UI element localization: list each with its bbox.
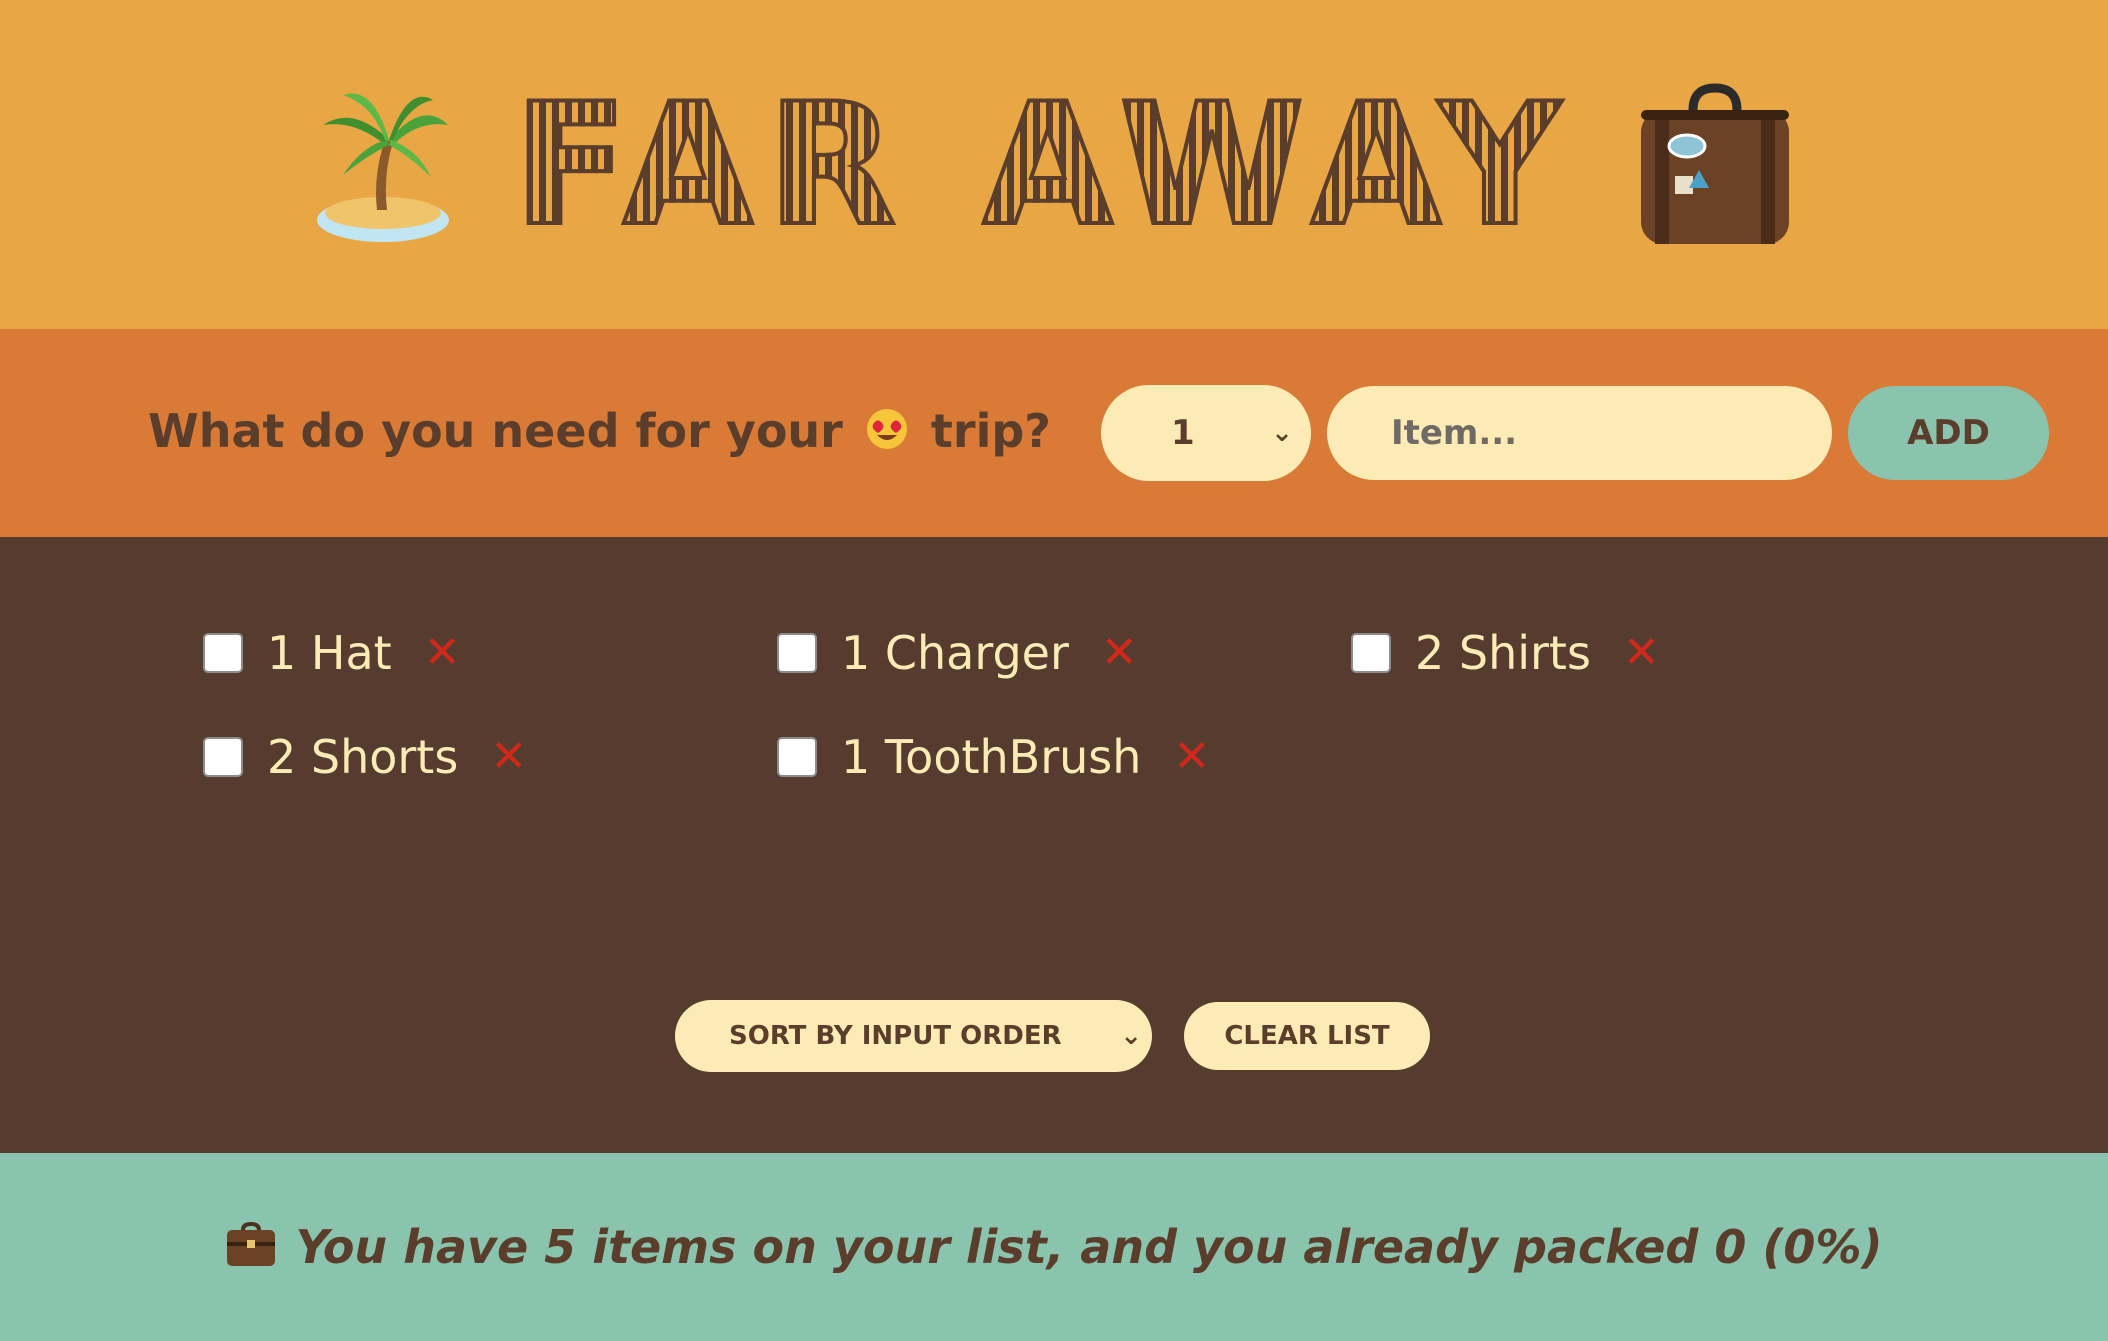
- sort-value: SORT BY INPUT ORDER: [729, 1021, 1062, 1051]
- packed-checkbox[interactable]: [1351, 633, 1391, 673]
- form-prompt: What do you need for your trip?: [148, 404, 1051, 462]
- item-input[interactable]: [1326, 386, 1832, 480]
- add-button[interactable]: ADD: [1847, 386, 2049, 480]
- list-item: 2 Shorts ✕: [203, 730, 777, 784]
- delete-icon[interactable]: ✕: [1623, 631, 1660, 675]
- quantity-value: 1: [1170, 413, 1195, 453]
- delete-icon[interactable]: ✕: [490, 735, 527, 779]
- item-label: 1 Hat: [267, 626, 392, 680]
- list-item: 1 Hat ✕: [203, 626, 777, 680]
- prompt-text-after: trip?: [930, 404, 1051, 458]
- stats-text: You have 5 items on your list, and you a…: [295, 1220, 1883, 1274]
- chevron-down-icon: ⌄: [1271, 418, 1293, 448]
- packed-checkbox[interactable]: [203, 737, 243, 777]
- packed-checkbox[interactable]: [203, 633, 243, 673]
- app-title: FAR AWAY: [511, 66, 1575, 263]
- item-list: 1 Hat ✕ 1 Charger ✕ 2 Shirts ✕ 2 Shorts …: [203, 626, 1925, 784]
- item-label: 1 Charger: [841, 626, 1069, 680]
- header: FAR AWAY: [0, 0, 2108, 329]
- item-label: 2 Shorts: [267, 730, 459, 784]
- suitcase-icon: [1635, 80, 1795, 250]
- packing-list: 1 Hat ✕ 1 Charger ✕ 2 Shirts ✕ 2 Shorts …: [0, 537, 2108, 1153]
- palm-island-icon: [313, 85, 453, 245]
- quantity-select[interactable]: 1 ⌄: [1100, 385, 1311, 481]
- item-label: 1 ToothBrush: [841, 730, 1142, 784]
- packed-checkbox[interactable]: [777, 633, 817, 673]
- briefcase-icon: [225, 1221, 277, 1272]
- sort-select[interactable]: SORT BY INPUT ORDER ⌄: [675, 1000, 1152, 1072]
- list-item: 1 Charger ✕: [777, 626, 1351, 680]
- delete-icon[interactable]: ✕: [1101, 631, 1138, 675]
- add-item-form: What do you need for your trip? 1 ⌄ ADD: [0, 329, 2108, 537]
- delete-icon[interactable]: ✕: [1173, 735, 1210, 779]
- list-item: 1 ToothBrush ✕: [777, 730, 1351, 784]
- heart-eyes-face-icon: [865, 407, 909, 462]
- prompt-text-before: What do you need for your: [148, 404, 843, 458]
- list-actions: SORT BY INPUT ORDER ⌄ CLEAR LIST: [675, 1000, 1430, 1072]
- packed-checkbox[interactable]: [777, 737, 817, 777]
- stats-footer: You have 5 items on your list, and you a…: [0, 1153, 2108, 1341]
- delete-icon[interactable]: ✕: [424, 631, 461, 675]
- clear-list-button[interactable]: CLEAR LIST: [1184, 1002, 1430, 1070]
- app: FAR AWAY What do you need for your trip?…: [0, 0, 2108, 1341]
- item-label: 2 Shirts: [1415, 626, 1591, 680]
- chevron-down-icon: ⌄: [1120, 1021, 1142, 1051]
- list-item: 2 Shirts ✕: [1351, 626, 1925, 680]
